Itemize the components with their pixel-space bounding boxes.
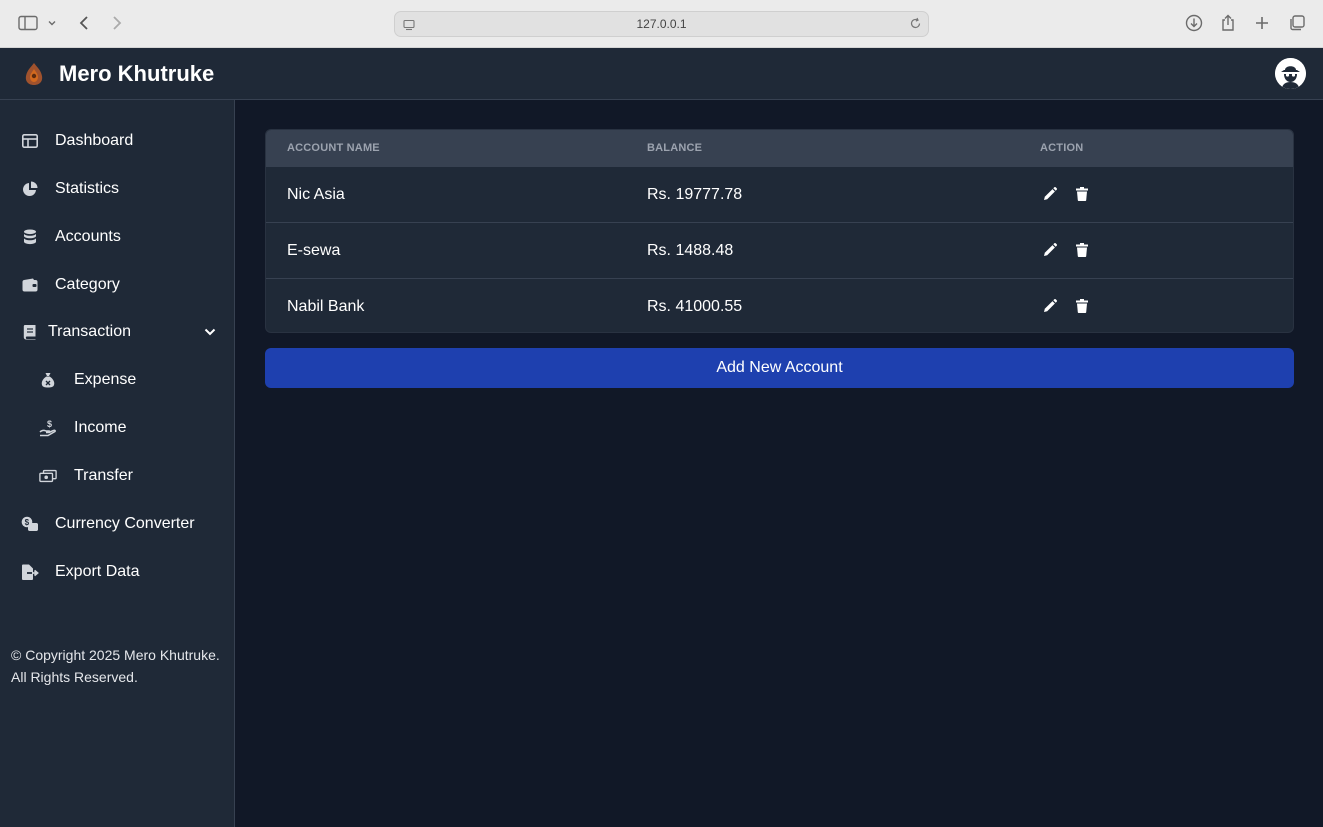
sidebar-item-category[interactable]: Category <box>0 265 234 305</box>
share-icon[interactable] <box>1220 12 1236 34</box>
column-header-account-name: ACCOUNT NAME <box>287 142 380 154</box>
sidebar-item-label: Dashboard <box>55 132 134 149</box>
column-header-action: ACTION <box>1040 142 1084 154</box>
currency-exchange-icon: $ <box>21 515 39 533</box>
account-name: Nabil Bank <box>287 298 365 315</box>
database-icon <box>21 228 39 246</box>
trash-icon[interactable] <box>1074 242 1090 258</box>
sidebar-item-label: Export Data <box>55 563 140 580</box>
sidebar-item-label: Income <box>74 419 127 436</box>
trash-icon[interactable] <box>1074 298 1090 314</box>
sidebar-item-transaction[interactable]: Transaction <box>0 312 234 352</box>
wallet-icon <box>21 276 39 294</box>
sidebar-item-accounts[interactable]: Accounts <box>0 217 234 257</box>
pie-chart-icon <box>21 180 39 198</box>
sidebar-item-expense[interactable]: Expense <box>0 360 234 400</box>
account-name: E-sewa <box>287 242 341 259</box>
sidebar-item-label: Currency Converter <box>55 515 195 532</box>
account-balance: Rs. 19777.78 <box>647 186 743 203</box>
hand-coin-icon: $ <box>39 419 57 437</box>
money-bag-icon <box>39 371 57 389</box>
sidebar: Dashboard Statistics Accounts Category T… <box>0 100 235 827</box>
dashboard-icon <box>21 132 39 150</box>
app-title[interactable]: Mero Khutruke <box>59 61 214 87</box>
tabs-overview-icon[interactable] <box>1288 12 1306 34</box>
chevron-down-icon[interactable] <box>47 12 57 34</box>
add-new-account-button[interactable]: Add New Account <box>265 348 1294 388</box>
column-header-balance: BALANCE <box>647 142 703 154</box>
sidebar-item-label: Transfer <box>74 467 133 484</box>
logo-icon[interactable] <box>22 61 46 87</box>
account-balance: Rs. 41000.55 <box>647 298 743 315</box>
sidebar-item-label: Accounts <box>55 228 121 245</box>
browser-toolbar: 127.0.0.1 <box>0 0 1323 48</box>
chevron-down-icon[interactable] <box>203 325 217 344</box>
account-balance: Rs. 1488.48 <box>647 242 734 259</box>
table-row: Nic Asia Rs. 19777.78 <box>266 166 1293 222</box>
edit-icon[interactable] <box>1042 186 1058 202</box>
book-icon <box>21 323 39 341</box>
sidebar-item-income[interactable]: $ Income <box>0 408 234 448</box>
app-header: Mero Khutruke <box>0 48 1323 100</box>
money-transfer-icon <box>39 467 57 485</box>
table-row: E-sewa Rs. 1488.48 <box>266 222 1293 278</box>
trash-icon[interactable] <box>1074 186 1090 202</box>
reload-icon[interactable] <box>909 17 922 35</box>
avatar[interactable] <box>1275 58 1306 89</box>
table-row: Nabil Bank Rs. 41000.55 <box>266 278 1293 332</box>
sidebar-item-dashboard[interactable]: Dashboard <box>0 121 234 161</box>
forward-icon[interactable] <box>110 12 124 34</box>
copyright-text: © Copyright 2025 Mero Khutruke. All Righ… <box>11 647 220 685</box>
sidebar-item-label: Expense <box>74 371 137 388</box>
download-icon[interactable] <box>1185 12 1203 34</box>
back-icon[interactable] <box>77 12 91 34</box>
svg-text:$: $ <box>47 419 52 429</box>
sidebar-item-transfer[interactable]: Transfer <box>0 456 234 496</box>
sidebar-item-statistics[interactable]: Statistics <box>0 169 234 209</box>
sidebar-toggle-icon[interactable] <box>18 12 38 34</box>
address-bar[interactable]: 127.0.0.1 <box>394 11 929 37</box>
table-header: ACCOUNT NAME BALANCE ACTION <box>266 130 1293 166</box>
sidebar-item-export-data[interactable]: Export Data <box>0 552 234 592</box>
sidebar-item-currency-converter[interactable]: $ Currency Converter <box>0 504 234 544</box>
url-text: 127.0.0.1 <box>636 17 687 31</box>
edit-icon[interactable] <box>1042 298 1058 314</box>
account-name: Nic Asia <box>287 186 345 203</box>
new-tab-icon[interactable] <box>1254 12 1270 34</box>
edit-icon[interactable] <box>1042 242 1058 258</box>
sidebar-item-label: Category <box>55 276 120 293</box>
file-export-icon <box>21 563 39 581</box>
accounts-table: ACCOUNT NAME BALANCE ACTION Nic Asia Rs.… <box>265 129 1294 333</box>
sidebar-item-label: Transaction <box>48 323 131 340</box>
sidebar-item-label: Statistics <box>55 180 120 197</box>
